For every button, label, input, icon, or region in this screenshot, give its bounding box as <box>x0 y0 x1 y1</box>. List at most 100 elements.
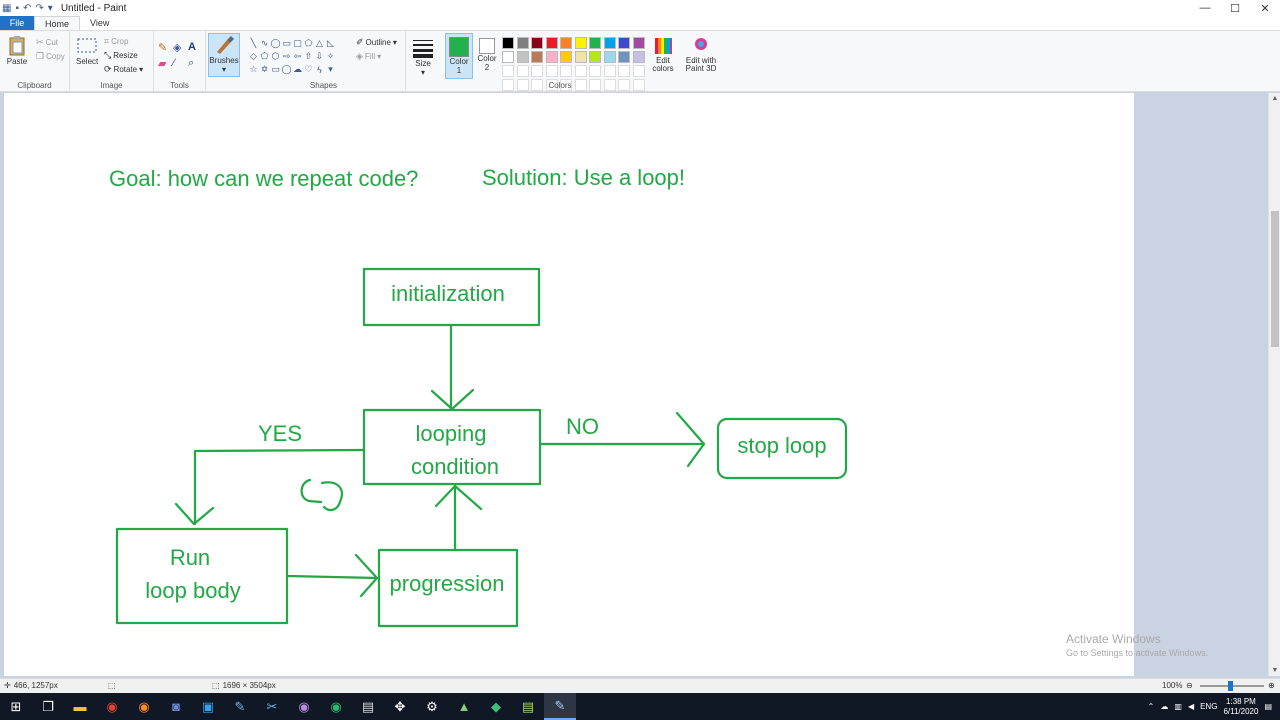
ink-scribble <box>300 478 343 512</box>
scroll-up-icon[interactable]: ▲ <box>1269 95 1280 102</box>
scrollbar-thumb[interactable] <box>1271 211 1279 347</box>
drawing-canvas[interactable]: Goal: how can we repeat code? Solution: … <box>4 93 1134 676</box>
undo-icon[interactable]: ↶ <box>23 3 31 14</box>
scroll-shapes-icon[interactable]: ▾ <box>325 63 336 76</box>
fill-icon: ◈ <box>356 51 363 61</box>
cloud-icon[interactable]: ☁ <box>1160 702 1168 711</box>
green-app-icon[interactable]: ◆ <box>480 693 512 720</box>
gamepad-icon[interactable]: ✥ <box>384 693 416 720</box>
redo-icon[interactable]: ↷ <box>35 3 43 14</box>
close-button[interactable]: ✕ <box>1250 0 1280 16</box>
oval-shape-icon[interactable]: ◯ <box>270 37 281 50</box>
scroll-down-icon[interactable]: ▼ <box>1269 667 1280 674</box>
text-tool-icon[interactable]: A <box>188 41 203 57</box>
windows-start-icon[interactable]: ⊞ <box>0 693 32 720</box>
brushes-button[interactable]: Brushes ▾ <box>208 33 240 77</box>
zoom-in-button[interactable]: ⊕ <box>1268 681 1275 690</box>
resize-button[interactable]: ⤡ Resize <box>104 51 138 61</box>
outline-icon: ✐ <box>356 37 364 47</box>
eraser-icon[interactable]: ▰ <box>158 57 173 73</box>
chrome-icon[interactable]: ◉ <box>96 693 128 720</box>
crop-button[interactable]: ⌗ Crop <box>104 37 128 47</box>
chevron-up-icon[interactable]: ⌃ <box>1148 702 1155 711</box>
diamond-shape-icon[interactable]: ◇ <box>248 50 259 63</box>
canvas-size-icon: ⬚ <box>212 681 220 690</box>
file-explorer-icon[interactable]: ▬ <box>64 693 96 720</box>
vertical-scrollbar[interactable]: ▲ ▼ <box>1268 93 1280 676</box>
star6-shape-icon[interactable]: ✡ <box>259 63 270 76</box>
save-icon[interactable]: ▪ <box>15 3 19 14</box>
watermark-subtitle: Go to Settings to activate Windows. <box>1066 648 1209 658</box>
fill-bucket-icon[interactable]: ◈ <box>173 41 188 57</box>
callout-oval-shape-icon[interactable]: ◯ <box>281 63 292 76</box>
tab-view[interactable]: View <box>80 16 119 30</box>
copy-button[interactable]: ❐ Copy <box>36 52 65 62</box>
tab-home[interactable]: Home <box>34 16 81 30</box>
chevron-down-icon: ▾ <box>420 68 425 77</box>
pencil-icon[interactable]: ✎ <box>158 41 173 57</box>
arrow-down-shape-icon[interactable]: ⇩ <box>314 50 325 63</box>
document-app-icon[interactable]: ▤ <box>352 693 384 720</box>
notepadpp-icon[interactable]: ▤ <box>512 693 544 720</box>
code-editor-icon[interactable]: ✎ <box>224 693 256 720</box>
star4-shape-icon[interactable]: ✧ <box>325 50 336 63</box>
language-indicator[interactable]: ENG <box>1200 702 1217 711</box>
paint-taskbar-icon[interactable]: ✎ <box>544 693 576 720</box>
lightning-shape-icon[interactable]: ϟ <box>314 63 325 76</box>
arrow-left-shape-icon[interactable]: ⇦ <box>292 50 303 63</box>
curve-shape-icon[interactable]: ∿ <box>259 37 270 50</box>
clipboard-group-label: Clipboard <box>17 81 52 90</box>
callout-cloud-shape-icon[interactable]: ☁ <box>292 63 303 76</box>
arrow-right-shape-icon[interactable]: ⇨ <box>281 50 292 63</box>
notifications-icon[interactable]: ▤ <box>1264 702 1272 711</box>
hexagon-shape-icon[interactable]: ⬡ <box>270 50 281 63</box>
arrow-up-shape-icon[interactable]: ⇧ <box>303 50 314 63</box>
maximize-button[interactable]: ☐ <box>1220 0 1250 16</box>
line-shape-icon[interactable]: ╲ <box>248 37 259 50</box>
activate-windows-watermark: Activate Windows Go to Settings to activ… <box>1066 632 1208 658</box>
terminal-icon[interactable]: ▣ <box>192 693 224 720</box>
magnifier-icon[interactable]: ⌕ <box>188 57 203 73</box>
tab-file[interactable]: File <box>0 16 34 30</box>
fill-button[interactable]: ◈ Fill ▾ <box>356 51 381 62</box>
paste-button[interactable]: Paste <box>6 35 28 66</box>
zoom-level: 100% <box>1162 681 1183 690</box>
line-width-icon <box>413 40 433 58</box>
snip-tool-icon[interactable]: ✂ <box>256 693 288 720</box>
edit-colors-button[interactable]: Edit colors <box>648 35 678 73</box>
select-button[interactable]: Select <box>76 35 98 66</box>
obs-icon[interactable]: ◉ <box>288 693 320 720</box>
copy-label: Copy <box>46 52 65 61</box>
rectangle-shape-icon[interactable]: ▭ <box>281 37 292 50</box>
progression-label: progression <box>390 571 505 596</box>
rounded-rect-shape-icon[interactable]: ▢ <box>292 37 303 50</box>
edit-paint3d-button[interactable]: Edit with Paint 3D <box>682 35 720 73</box>
pentagon-shape-icon[interactable]: ⬠ <box>259 50 270 63</box>
system-tray: ⌃ ☁ ▥ ◀ ENG 1:38 PM 6/11/2020 ▤ <box>1148 693 1280 720</box>
star5-shape-icon[interactable]: ☆ <box>248 63 259 76</box>
zoom-out-button[interactable]: ⊖ <box>1186 681 1193 690</box>
rotate-button[interactable]: ⟳ Rotate ▾ <box>104 65 143 75</box>
polygon-shape-icon[interactable]: ⬠ <box>303 37 314 50</box>
right-triangle-shape-icon[interactable]: ◺ <box>325 37 336 50</box>
zoom-slider-thumb[interactable] <box>1228 681 1233 691</box>
customize-toolbar-icon[interactable]: ▾ <box>48 3 53 14</box>
android-studio-icon[interactable]: ▲ <box>448 693 480 720</box>
minimize-button[interactable]: — <box>1190 0 1220 16</box>
spotify-icon[interactable]: ◉ <box>320 693 352 720</box>
steam-icon[interactable]: ⚙ <box>416 693 448 720</box>
clock[interactable]: 1:38 PM 6/11/2020 <box>1223 697 1258 717</box>
task-view-icon[interactable]: ❐ <box>32 693 64 720</box>
firefox-icon[interactable]: ◉ <box>128 693 160 720</box>
volume-icon[interactable]: ◀ <box>1188 702 1194 711</box>
canvas-size-text: 1696 × 3504px <box>222 681 276 690</box>
network-icon[interactable]: ▥ <box>1174 702 1182 711</box>
color-picker-icon[interactable]: ⁄ <box>173 57 188 73</box>
discord-icon[interactable]: ◙ <box>160 693 192 720</box>
outline-button[interactable]: ✐ Outline ▾ <box>356 37 397 48</box>
cut-button[interactable]: ✂ Cut <box>36 38 58 48</box>
triangle-shape-icon[interactable]: △ <box>314 37 325 50</box>
callout-rect-shape-icon[interactable]: ▭ <box>270 63 281 76</box>
size-button[interactable]: Size ▾ <box>412 37 434 77</box>
heart-shape-icon[interactable]: ♡ <box>303 63 314 76</box>
